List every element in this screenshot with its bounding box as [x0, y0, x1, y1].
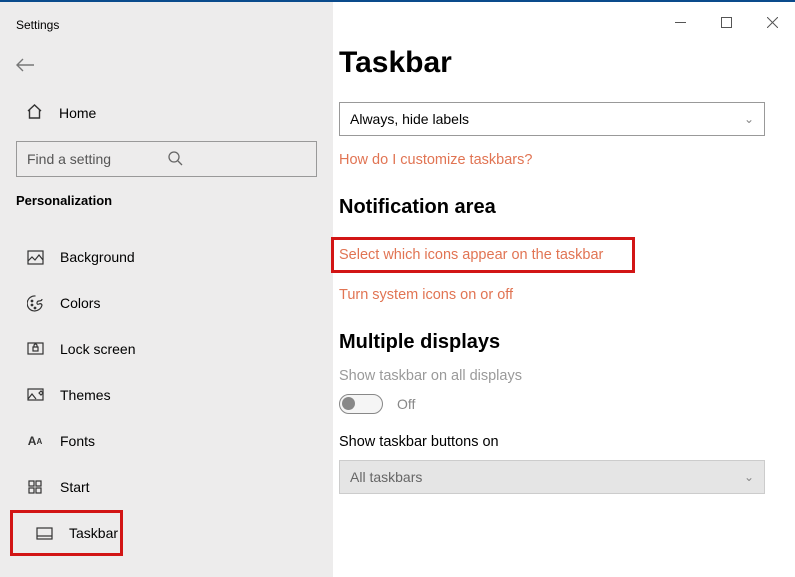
sidebar-item-start[interactable]: Start: [0, 464, 333, 510]
link-customize-taskbars[interactable]: How do I customize taskbars?: [333, 152, 781, 168]
dropdown-value: Always, hide labels: [350, 111, 469, 127]
home-icon: [26, 103, 43, 123]
sidebar-item-lockscreen[interactable]: Lock screen: [0, 326, 333, 372]
lockscreen-icon: [26, 342, 44, 357]
sidebar-item-themes[interactable]: Themes: [0, 372, 333, 418]
sidebar-item-label: Taskbar: [69, 525, 118, 541]
link-select-icons[interactable]: Select which icons appear on the taskbar: [333, 239, 633, 271]
maximize-button[interactable]: [703, 8, 749, 36]
sidebar-item-label: Themes: [60, 387, 111, 403]
sidebar-item-background[interactable]: Background: [0, 234, 333, 280]
close-button[interactable]: [749, 8, 795, 36]
sidebar-item-label: Fonts: [60, 433, 95, 449]
sidebar-item-label: Colors: [60, 295, 100, 311]
dropdown-value: All taskbars: [350, 469, 422, 485]
show-buttons-on-label: Show taskbar buttons on: [333, 434, 781, 450]
taskbar-icon: [36, 527, 53, 540]
fonts-icon: AA: [26, 434, 44, 448]
picture-icon: [26, 250, 44, 265]
category-header: Personalization: [0, 187, 333, 222]
sidebar-item-label: Lock screen: [60, 341, 135, 357]
section-multiple-displays: Multiple displays: [333, 331, 781, 354]
search-placeholder: Find a setting: [27, 151, 167, 167]
show-buttons-on-dropdown[interactable]: All taskbars ⌄: [339, 460, 765, 494]
minimize-button[interactable]: [657, 8, 703, 36]
home-nav[interactable]: Home: [0, 93, 333, 133]
combine-buttons-dropdown[interactable]: Always, hide labels ⌄: [339, 102, 765, 136]
home-label: Home: [59, 105, 96, 121]
chevron-down-icon: ⌄: [744, 112, 754, 126]
sidebar-item-label: Background: [60, 249, 135, 265]
sidebar-item-fonts[interactable]: AA Fonts: [0, 418, 333, 464]
show-all-displays-label: Show taskbar on all displays: [333, 368, 781, 384]
sidebar-item-label: Start: [60, 479, 90, 495]
search-input[interactable]: Find a setting: [16, 141, 317, 177]
toggle-state-label: Off: [397, 396, 415, 412]
themes-icon: [26, 388, 44, 403]
show-all-displays-toggle[interactable]: Off: [333, 394, 781, 414]
start-icon: [26, 480, 44, 495]
section-notification-area: Notification area: [333, 196, 781, 219]
chevron-down-icon: ⌄: [744, 470, 754, 484]
back-button[interactable]: [4, 52, 333, 81]
sidebar-item-taskbar[interactable]: Taskbar: [10, 510, 123, 556]
palette-icon: [26, 295, 44, 312]
toggle-track: [339, 394, 383, 414]
search-icon: [167, 150, 307, 169]
sidebar-item-colors[interactable]: Colors: [0, 280, 333, 326]
link-system-icons[interactable]: Turn system icons on or off: [333, 287, 781, 303]
page-title: Taskbar: [333, 46, 781, 80]
window-title: Settings: [0, 16, 333, 34]
